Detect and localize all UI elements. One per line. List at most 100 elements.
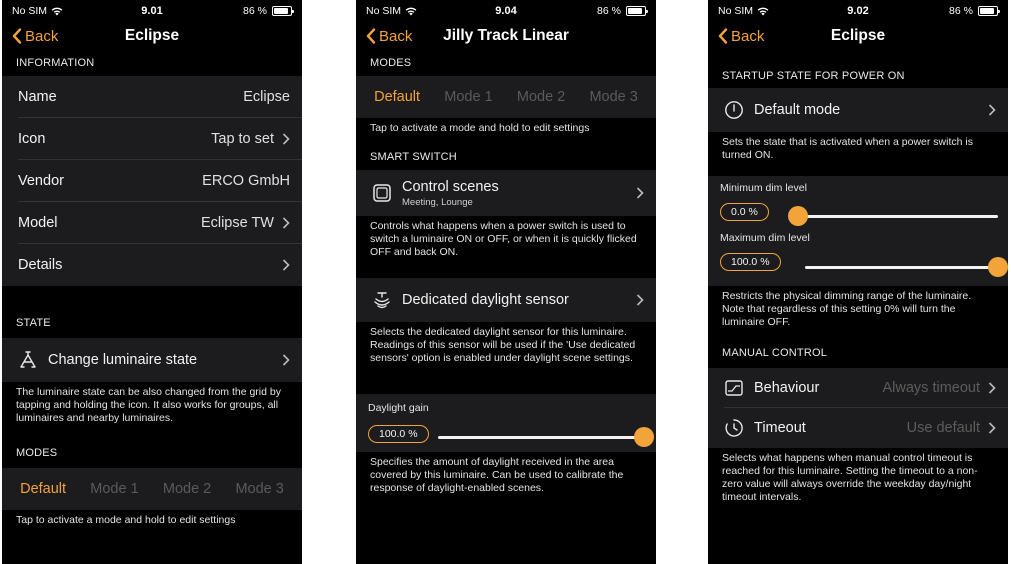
mode-default[interactable]: Default (374, 89, 420, 105)
control-scenes-footnote: Controls what happens when a power switc… (370, 220, 637, 259)
row-value: Eclipse (243, 89, 290, 105)
maximum-dim-slider-row: Maximum dim level 100.0 % (708, 230, 1008, 286)
model-row[interactable]: Model Eclipse TW (2, 202, 302, 244)
row-value: Tap to set (211, 131, 274, 147)
navigation-bar: Back Eclipse (708, 22, 1008, 50)
timer-icon (724, 418, 744, 438)
daylight-gain-value: 100.0 % (368, 425, 429, 443)
row-label: Timeout (754, 420, 806, 436)
mode-2[interactable]: Mode 2 (517, 89, 565, 105)
modes-footnote: Tap to activate a mode and hold to edit … (370, 122, 590, 134)
chevron-right-icon (988, 382, 996, 394)
chevron-left-icon (12, 28, 22, 44)
battery-icon (271, 6, 294, 16)
vendor-row: Vendor ERCO GmbH (2, 160, 302, 202)
navigation-bar: Back Jilly Track Linear (356, 22, 656, 50)
chevron-left-icon (718, 28, 728, 44)
back-button[interactable]: Back (12, 28, 58, 45)
daylight-sensor-footnote: Selects the dedicated daylight sensor fo… (370, 326, 636, 365)
dedicated-daylight-sensor-row[interactable]: Dedicated daylight sensor (356, 278, 656, 322)
modes-selector: Default Mode 1 Mode 2 Mode 3 (2, 468, 302, 510)
navigation-bar: Back Eclipse (2, 22, 302, 50)
default-mode-row[interactable]: Default mode (708, 88, 1008, 132)
chevron-right-icon (282, 259, 290, 271)
startup-footnote: Sets the state that is activated when a … (722, 136, 973, 162)
details-row[interactable]: Details (2, 244, 302, 286)
row-value: ERCO GmbH (202, 173, 290, 189)
chevron-right-icon (988, 422, 996, 434)
row-value: Use default (906, 420, 980, 436)
control-scenes-title: Control scenes (402, 178, 499, 195)
chevron-right-icon (636, 294, 644, 306)
mode-2[interactable]: Mode 2 (163, 481, 211, 497)
section-header-manual-control: MANUAL CONTROL (722, 347, 828, 359)
timeout-row[interactable]: Timeout Use default (708, 408, 1008, 448)
control-scenes-row[interactable]: Control scenes Meeting, Lounge (356, 170, 656, 216)
mode-1[interactable]: Mode 1 (90, 481, 138, 497)
information-list: Name Eclipse Icon Tap to set Vendor ERCO… (2, 76, 302, 286)
daylight-gain-slider-row: Daylight gain 100.0 % (356, 394, 656, 452)
battery-icon (977, 6, 1000, 16)
section-header-startup-state: STARTUP STATE FOR POWER ON (722, 70, 905, 82)
maximum-dim-thumb[interactable] (988, 257, 1008, 277)
back-label: Back (379, 27, 413, 45)
status-bar: No SIM 9.04 86 % (356, 0, 656, 22)
back-button[interactable]: Back (718, 28, 764, 45)
back-label: Back (25, 27, 59, 45)
section-header-information: INFORMATION (16, 57, 95, 69)
daylight-gain-track[interactable] (438, 436, 644, 439)
battery-percent: 86 % (949, 5, 973, 17)
row-label: Dedicated daylight sensor (402, 292, 569, 308)
status-time: 9.02 (847, 5, 869, 17)
modes-selector: Default Mode 1 Mode 2 Mode 3 (356, 76, 656, 118)
chevron-right-icon (282, 133, 290, 145)
back-label: Back (731, 27, 765, 45)
row-label: Details (18, 257, 63, 273)
chevron-right-icon (282, 217, 290, 229)
chevron-right-icon (282, 354, 290, 366)
minimum-dim-track[interactable] (798, 215, 998, 218)
row-label: Vendor (18, 173, 64, 189)
behaviour-graph-icon (724, 378, 744, 398)
maximum-dim-value: 100.0 % (720, 253, 781, 271)
status-time: 9.04 (495, 5, 517, 17)
section-header-smart-switch: SMART SWITCH (370, 151, 457, 163)
luminaire-icon (18, 350, 38, 370)
slider-label: Daylight gain (368, 402, 429, 414)
section-header-state: STATE (16, 317, 51, 329)
maximum-dim-track[interactable] (805, 266, 998, 269)
chevron-right-icon (636, 187, 644, 199)
row-label: Icon (18, 131, 46, 147)
daylight-gain-thumb[interactable] (634, 427, 654, 447)
row-label: Default mode (754, 102, 841, 118)
row-label: Model (18, 215, 58, 231)
slider-label: Maximum dim level (720, 232, 810, 244)
control-scenes-subtitle: Meeting, Lounge (402, 196, 473, 208)
minimum-dim-thumb[interactable] (788, 206, 808, 226)
battery-percent: 86 % (243, 5, 267, 17)
section-header-modes: MODES (16, 447, 58, 459)
power-icon (724, 100, 744, 120)
scene-square-icon (372, 183, 392, 203)
name-row: Name Eclipse (2, 76, 302, 118)
change-luminaire-state-row[interactable]: Change luminaire state (2, 338, 302, 382)
daylight-gain-footnote: Specifies the amount of daylight receive… (370, 456, 624, 495)
slider-label: Minimum dim level (720, 182, 807, 194)
wifi-icon (757, 7, 769, 16)
icon-row[interactable]: Icon Tap to set (2, 118, 302, 160)
status-bar: No SIM 9.02 86 % (708, 0, 1008, 22)
row-value: Always timeout (882, 380, 980, 396)
mode-default[interactable]: Default (20, 481, 66, 497)
behaviour-row[interactable]: Behaviour Always timeout (708, 368, 1008, 408)
mode-1[interactable]: Mode 1 (444, 89, 492, 105)
wifi-icon (51, 7, 63, 16)
back-button[interactable]: Back (366, 28, 412, 45)
mode-3[interactable]: Mode 3 (589, 89, 637, 105)
minimum-dim-value: 0.0 % (720, 203, 769, 221)
row-label: Behaviour (754, 380, 820, 396)
mode-3[interactable]: Mode 3 (235, 481, 283, 497)
status-bar: No SIM 9.01 86 % (2, 0, 302, 22)
state-footnote: The luminaire state can be also changed … (16, 386, 281, 425)
carrier-label: No SIM (718, 5, 754, 17)
modes-footnote: Tap to activate a mode and hold to edit … (16, 514, 236, 526)
